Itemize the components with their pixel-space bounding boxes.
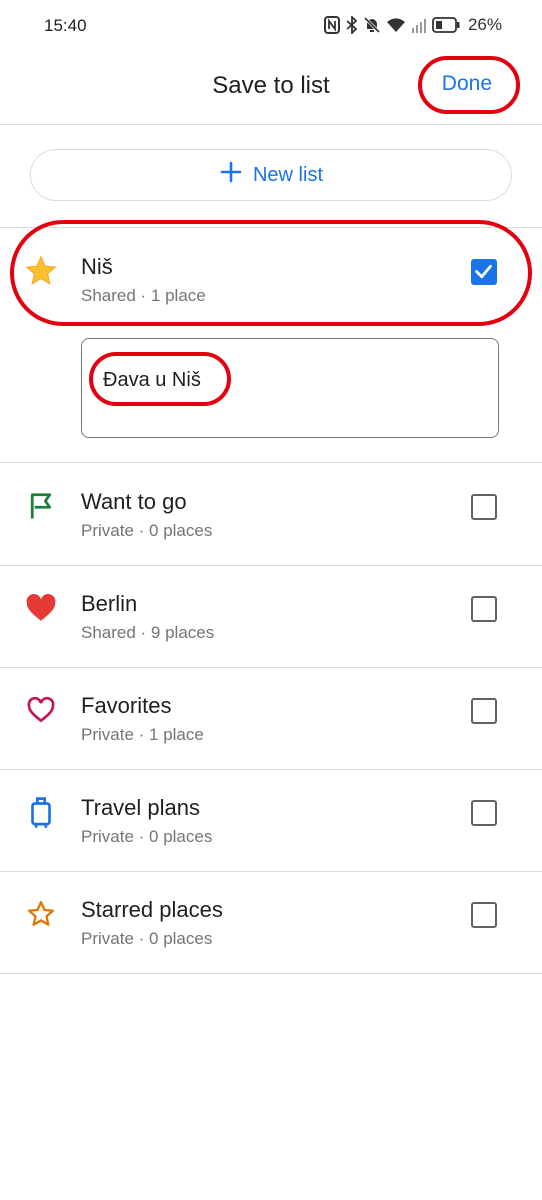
list-checkbox[interactable] xyxy=(471,800,497,826)
flag-icon xyxy=(22,487,60,525)
check-icon xyxy=(475,264,492,279)
list-checkbox[interactable] xyxy=(471,698,497,724)
list-item-meta: Private · 0 places xyxy=(81,929,213,948)
nfc-icon xyxy=(323,16,340,34)
plus-icon xyxy=(219,160,243,190)
list-item-meta: Private · 0 places xyxy=(81,521,213,540)
note-field[interactable]: Đava u Niš xyxy=(81,338,499,438)
list-checkbox-checked[interactable] xyxy=(471,259,497,285)
list-item-name: Niš xyxy=(81,254,113,279)
list-item-name: Favorites xyxy=(81,693,172,718)
status-time: 15:40 xyxy=(44,16,87,35)
header: Save to list Done xyxy=(0,52,542,125)
wifi-icon xyxy=(386,17,406,33)
list-checkbox[interactable] xyxy=(471,596,497,622)
list-checkbox[interactable] xyxy=(471,902,497,928)
bluetooth-icon xyxy=(346,16,358,34)
new-list-label: New list xyxy=(252,163,323,186)
list-item-name: Starred places xyxy=(81,897,223,922)
note-text: Đava u Niš xyxy=(103,369,201,391)
list-item-meta: Shared · 9 places xyxy=(81,623,215,642)
list-item-name: Berlin xyxy=(81,591,138,616)
bell-muted-icon xyxy=(363,16,380,34)
list-item-meta: Private · 0 places xyxy=(81,827,213,846)
list-item-berlin[interactable]: Berlin Shared · 9 places xyxy=(0,565,542,668)
star-outline-icon xyxy=(22,895,60,933)
suitcase-icon xyxy=(22,793,60,831)
list-item-travel-plans[interactable]: Travel plans Private · 0 places xyxy=(0,769,542,872)
list-item-nis[interactable]: Niš Shared · 1 place xyxy=(0,228,542,330)
list-checkbox[interactable] xyxy=(471,494,497,520)
list-item-meta: Shared · 1 place xyxy=(81,286,206,305)
status-icons: 26% xyxy=(323,15,502,35)
new-list-button[interactable]: New list xyxy=(30,149,512,201)
list-item-want-to-go[interactable]: Want to go Private · 0 places xyxy=(0,463,542,566)
list-item-name: Want to go xyxy=(81,489,187,514)
done-button[interactable]: Done xyxy=(442,72,492,96)
status-bar: 15:40 26% xyxy=(0,0,542,52)
heart-outline-icon xyxy=(22,691,60,729)
list-item-favorites[interactable]: Favorites Private · 1 place xyxy=(0,667,542,770)
heart-filled-icon xyxy=(22,589,60,627)
battery-percent: 26% xyxy=(467,15,502,34)
list-item-starred-places[interactable]: Starred places Private · 0 places xyxy=(0,871,542,974)
new-list-section: New list xyxy=(0,125,542,228)
signal-icon xyxy=(411,17,426,33)
star-filled-icon xyxy=(22,252,60,290)
list-item-meta: Private · 1 place xyxy=(81,725,204,744)
list-item-name: Travel plans xyxy=(81,795,201,820)
battery-icon xyxy=(432,17,460,33)
